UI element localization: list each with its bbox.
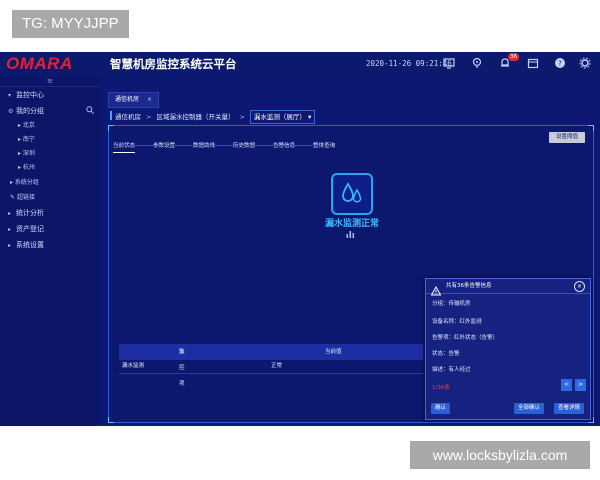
status-text: 漏水监测正常 [324, 219, 379, 229]
table-row: 漏水监测 正常 [119, 360, 423, 374]
tab-history[interactable]: 历史数据 [233, 140, 255, 153]
table-cell: 正常 [271, 363, 283, 369]
chevron-right-icon: ▸ [8, 210, 12, 217]
water-drop-icon [331, 173, 373, 215]
popup-header: 共有36条告警信息 × [426, 279, 590, 296]
tab-alarms[interactable]: 告警信息 [273, 140, 295, 153]
list-icon[interactable]: ☰ [179, 344, 184, 360]
tab-strip: 通信机房 × [108, 86, 160, 108]
alarm-count-badge: 36 [508, 53, 519, 61]
breadcrumb: 通信机房 > 区域漏水控制器（开关量） > 漏水监测（展厅） ▾ [110, 110, 316, 124]
view-details-button[interactable]: 查看详情 [554, 403, 585, 414]
watermark-top-left: TG: MYYJJPP [12, 10, 129, 38]
chevron-right-icon: ▸ [8, 242, 12, 249]
alarm-field-description: 描述：有人经过 [432, 367, 471, 373]
help-icon[interactable]: ? [553, 57, 567, 71]
column-header: 当前值 [325, 349, 342, 355]
next-alarm-button[interactable]: > [575, 379, 586, 391]
group-item-nanning[interactable]: ▸ 南宁 [0, 133, 100, 147]
datetime-display: 2020-11-26 09:21:46 [366, 59, 452, 68]
sidebar-item-monitor-center[interactable]: ▾ 监控中心 [0, 87, 100, 103]
table-cell: 漏水监测 [122, 363, 145, 369]
group-item-beijing[interactable]: ▸ 北京 [0, 119, 100, 133]
sidebar-item-label: 监控中心 [16, 91, 44, 99]
link-icon: ✎ [10, 194, 17, 201]
chevron-down-icon: ▾ [8, 92, 12, 99]
sidebar-item-hyperlink[interactable]: ✎ 超链接 [0, 190, 100, 205]
calendar-icon[interactable] [526, 57, 540, 71]
tab-parameters[interactable]: 参数设置 [153, 140, 175, 153]
tab-overall-query[interactable]: 整体查询 [313, 140, 335, 153]
gear-icon: ⚙ [8, 108, 14, 115]
prev-alarm-button[interactable]: < [561, 379, 572, 391]
app-window: OMARA 智慧机房监控系统云平台 2020-11-26 09:21:46 36… [0, 52, 600, 426]
chevron-down-icon: ▾ [307, 113, 312, 121]
monitor-icon[interactable] [442, 57, 456, 71]
confirm-all-button[interactable]: 全部确认 [514, 403, 545, 414]
group-item-shenzhen[interactable]: ▸ 深圳 [0, 147, 100, 161]
bar-chart-icon[interactable] [346, 230, 355, 240]
search-icon[interactable] [86, 104, 94, 120]
group-item-hangzhou[interactable]: ▸ 杭州 [0, 161, 100, 175]
app-title: 智慧机房监控系统云平台 [110, 57, 237, 71]
sidebar-item-statistics[interactable]: ▸ 统计分析 [0, 205, 100, 221]
sidebar: ≡ ▾ 监控中心 ⚙ 我的分组 ▸ 北京 ▸ 南宁 ▸ 深圳 ▸ 杭州 ▸ 系统分组… [0, 76, 101, 426]
popup-title: 共有36条告警信息 [446, 283, 492, 289]
breadcrumb-item[interactable]: 通信机房 [115, 113, 141, 121]
tab-data-curve[interactable]: 数据曲线 [193, 140, 215, 153]
sub-tab-bar: 当前状态 参数设置 数据曲线 历史数据 告警信息 整体查询 [113, 132, 353, 153]
sidebar-item-label: 我的分组 [16, 107, 44, 115]
device-selector[interactable]: 漏水监测（展厅） ▾ [249, 110, 316, 124]
svg-text:?: ? [558, 60, 562, 68]
sidebar-item-my-groups[interactable]: ⚙ 我的分组 [0, 103, 100, 119]
settings-icon[interactable] [578, 57, 592, 71]
sidebar-item-assets[interactable]: ▸ 资产登记 [0, 221, 100, 237]
table-header: 监控项 ☰ 当前值 [119, 344, 423, 387]
sidebar-item-system-settings[interactable]: ▸ 系统设置 [0, 237, 100, 253]
set-threshold-button[interactable]: 设置阈值 [549, 132, 585, 143]
brand-logo: OMARA [6, 54, 73, 73]
alarm-field-group: 分组：传输机房 [432, 301, 471, 307]
watermark-bottom-right: www.locksbylizla.com [410, 441, 590, 469]
tab-comm-room[interactable]: 通信机房 × [108, 92, 160, 108]
close-icon[interactable]: × [574, 281, 585, 292]
confirm-button[interactable]: 确认 [431, 403, 451, 414]
alarm-field-state: 状态：告警 [432, 351, 460, 357]
sidebar-collapse-button[interactable]: ≡ [0, 76, 100, 87]
alarm-popup: 共有36条告警信息 × 分组：传输机房 设备名称：红外监测 告警项：红外状态（告… [425, 278, 591, 420]
alarm-field-device: 设备名称：红外监测 [432, 319, 482, 325]
close-icon[interactable]: × [147, 96, 152, 103]
chevron-right-icon: ▸ [8, 226, 12, 233]
breadcrumb-item[interactable]: 区域漏水控制器（开关量） [156, 113, 234, 121]
sidebar-item-system-groups[interactable]: ▸ 系统分组 [0, 175, 100, 190]
top-bar: OMARA 智慧机房监控系统云平台 2020-11-26 09:21:46 36… [0, 52, 600, 77]
alarm-field-item: 告警项：红外状态（告警） [432, 335, 499, 341]
location-icon[interactable] [470, 57, 484, 71]
alarm-counter: 1/36条 [432, 385, 450, 391]
warning-icon [430, 281, 442, 296]
tab-current-status[interactable]: 当前状态 [113, 140, 136, 153]
